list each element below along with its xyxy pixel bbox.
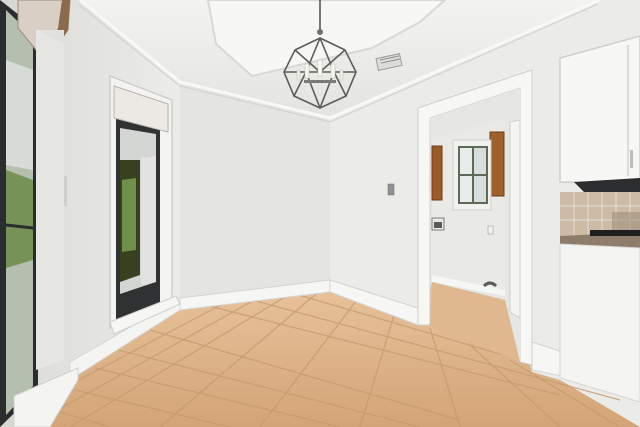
dining-room-photo bbox=[0, 0, 640, 427]
outlet bbox=[487, 225, 494, 235]
cabinet-handle[interactable] bbox=[630, 150, 633, 168]
light-switch[interactable] bbox=[387, 183, 395, 196]
laundry-door[interactable] bbox=[509, 119, 521, 319]
laundry-cabinet-right bbox=[489, 131, 505, 197]
room-illustration bbox=[0, 0, 640, 427]
kitchen-peninsula bbox=[559, 243, 640, 403]
laundry-cabinet-left bbox=[431, 145, 443, 201]
